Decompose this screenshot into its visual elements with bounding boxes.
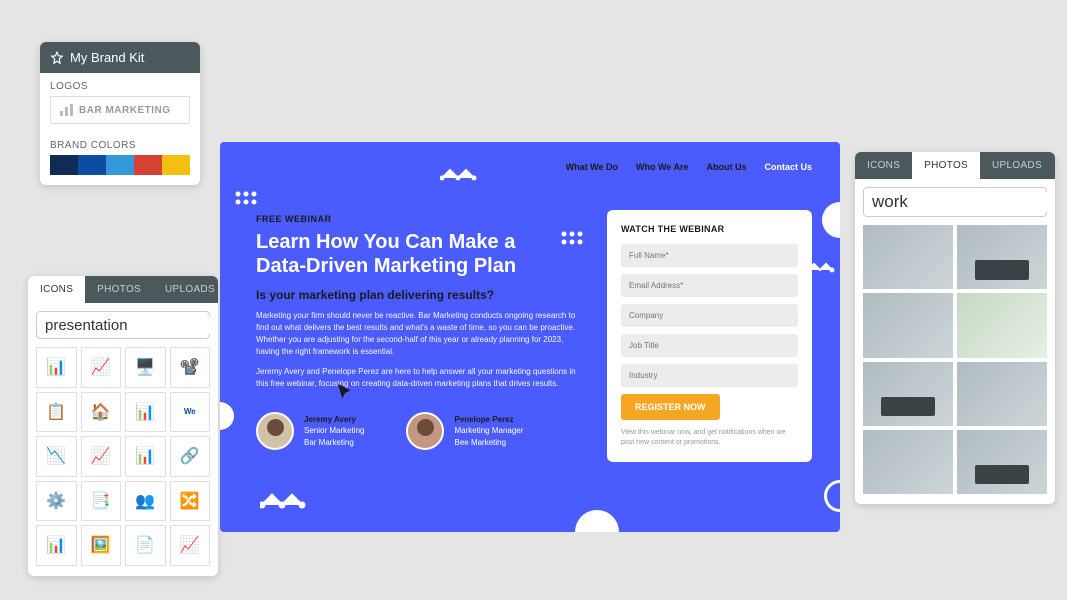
icon-item[interactable]: 👥	[125, 481, 166, 522]
speaker-name: Jeremy Avery	[304, 414, 364, 425]
color-swatch[interactable]	[78, 155, 106, 175]
nav-link[interactable]: Contact Us	[764, 162, 812, 172]
icon-item[interactable]: 🏠	[81, 392, 122, 433]
speaker: Penelope Perez Marketing Manager Bee Mar…	[406, 412, 523, 450]
icon-item[interactable]: 📄	[125, 525, 166, 566]
decoration-line	[440, 166, 480, 187]
photo-item[interactable]	[863, 293, 953, 357]
canvas-content: FREE WEBINAR Learn How You Can Make aDat…	[256, 214, 576, 450]
photo-item[interactable]	[863, 362, 953, 426]
avatar	[406, 412, 444, 450]
color-swatch[interactable]	[134, 155, 162, 175]
icon-item[interactable]: 📈	[81, 347, 122, 388]
webinar-form: WATCH THE WEBINAR REGISTER NOW View this…	[607, 210, 812, 462]
bar-chart-icon	[59, 103, 75, 117]
photos-panel: ICONS PHOTOS UPLOADS	[855, 152, 1055, 504]
photo-item[interactable]	[957, 362, 1047, 426]
icon-search[interactable]	[36, 311, 210, 339]
subhead: Is your marketing plan delivering result…	[256, 288, 576, 302]
full-name-field[interactable]	[621, 244, 798, 267]
speaker-title: Marketing Manager	[454, 425, 523, 436]
color-swatch[interactable]	[50, 155, 78, 175]
icon-item[interactable]: 📈	[170, 525, 211, 566]
icon-item[interactable]: 🖼️	[81, 525, 122, 566]
brand-logo-text: BAR MARKETING	[79, 105, 171, 116]
nav-link[interactable]: About Us	[706, 162, 746, 172]
color-swatch[interactable]	[162, 155, 190, 175]
tab-photos[interactable]: PHOTOS	[912, 152, 980, 179]
design-canvas[interactable]: What We Do Who We Are About Us Contact U…	[220, 142, 840, 532]
logos-label: LOGOS	[40, 73, 200, 96]
star-icon	[50, 51, 64, 65]
icon-item[interactable]: We	[170, 392, 211, 433]
overline: FREE WEBINAR	[256, 214, 576, 224]
form-disclaimer: View this webinar now, and get notificat…	[621, 428, 798, 448]
icons-panel-tabs: ICONS PHOTOS UPLOADS	[28, 276, 218, 303]
speaker-company: Bee Marketing	[454, 437, 523, 448]
brand-colors-label: BRAND COLORS	[40, 132, 200, 155]
photo-search-input[interactable]	[872, 192, 1055, 212]
icon-item[interactable]: 📑	[81, 481, 122, 522]
job-title-field[interactable]	[621, 334, 798, 357]
email-field[interactable]	[621, 274, 798, 297]
icon-item[interactable]: 📽️	[170, 347, 211, 388]
brand-logo[interactable]: BAR MARKETING	[50, 96, 190, 124]
body-paragraph: Marketing your firm should never be reac…	[256, 310, 576, 358]
headline: Learn How You Can Make aData-Driven Mark…	[256, 230, 576, 278]
icon-item[interactable]: 📈	[81, 436, 122, 477]
speaker-company: Bar Marketing	[304, 437, 364, 448]
color-swatch[interactable]	[106, 155, 134, 175]
body-paragraph: Jeremy Avery and Penelope Perez are here…	[256, 366, 576, 390]
industry-field[interactable]	[621, 364, 798, 387]
cursor-icon	[335, 382, 357, 404]
photo-item[interactable]	[957, 225, 1047, 289]
photo-grid	[855, 225, 1055, 504]
nav-link[interactable]: Who We Are	[636, 162, 689, 172]
speakers-row: Jeremy Avery Senior Marketing Bar Market…	[256, 412, 576, 450]
icon-item[interactable]: 📊	[36, 525, 77, 566]
icon-item[interactable]: 🔗	[170, 436, 211, 477]
company-field[interactable]	[621, 304, 798, 327]
decoration-ring	[824, 480, 840, 512]
icon-item[interactable]: 📋	[36, 392, 77, 433]
decoration-circle	[575, 510, 619, 532]
tab-icons[interactable]: ICONS	[855, 152, 912, 179]
speaker-title: Senior Marketing	[304, 425, 364, 436]
photos-panel-tabs: ICONS PHOTOS UPLOADS	[855, 152, 1055, 179]
decoration-circle	[220, 402, 234, 430]
icon-item[interactable]: 📊	[125, 436, 166, 477]
photo-item[interactable]	[863, 430, 953, 494]
tab-photos[interactable]: PHOTOS	[85, 276, 153, 303]
icon-item[interactable]: 🖥️	[125, 347, 166, 388]
tab-uploads[interactable]: UPLOADS	[153, 276, 218, 303]
brand-kit-panel: My Brand Kit LOGOS BAR MARKETING BRAND C…	[40, 42, 200, 185]
icon-item[interactable]: 🔀	[170, 481, 211, 522]
form-title: WATCH THE WEBINAR	[621, 224, 798, 234]
nav-link[interactable]: What We Do	[566, 162, 618, 172]
decoration-dots	[234, 190, 264, 215]
speaker-name: Penelope Perez	[454, 414, 523, 425]
icon-grid: 📊 📈 🖥️ 📽️ 📋 🏠 📊 We 📉 📈 📊 🔗 ⚙️ 📑 👥 🔀 📊 🖼️…	[28, 347, 218, 576]
icon-item[interactable]: 📊	[125, 392, 166, 433]
register-button[interactable]: REGISTER NOW	[621, 394, 720, 420]
tab-uploads[interactable]: UPLOADS	[980, 152, 1054, 179]
icon-search-input[interactable]	[45, 317, 218, 334]
brand-kit-header: My Brand Kit	[40, 42, 200, 73]
decoration-circle	[822, 202, 840, 238]
icons-panel: ICONS PHOTOS UPLOADS 📊 📈 🖥️ 📽️ 📋 🏠 📊 We …	[28, 276, 218, 576]
photo-item[interactable]	[957, 430, 1047, 494]
avatar	[256, 412, 294, 450]
icon-item[interactable]: ⚙️	[36, 481, 77, 522]
photo-item[interactable]	[957, 293, 1047, 357]
brand-colors-row	[40, 155, 200, 185]
icon-item[interactable]: 📉	[36, 436, 77, 477]
photo-search[interactable]	[863, 187, 1047, 217]
photo-item[interactable]	[863, 225, 953, 289]
icon-item[interactable]: 📊	[36, 347, 77, 388]
canvas-nav: What We Do Who We Are About Us Contact U…	[566, 162, 812, 172]
brand-kit-title: My Brand Kit	[70, 50, 144, 65]
tab-icons[interactable]: ICONS	[28, 276, 85, 303]
decoration-line	[260, 491, 310, 516]
speaker: Jeremy Avery Senior Marketing Bar Market…	[256, 412, 364, 450]
